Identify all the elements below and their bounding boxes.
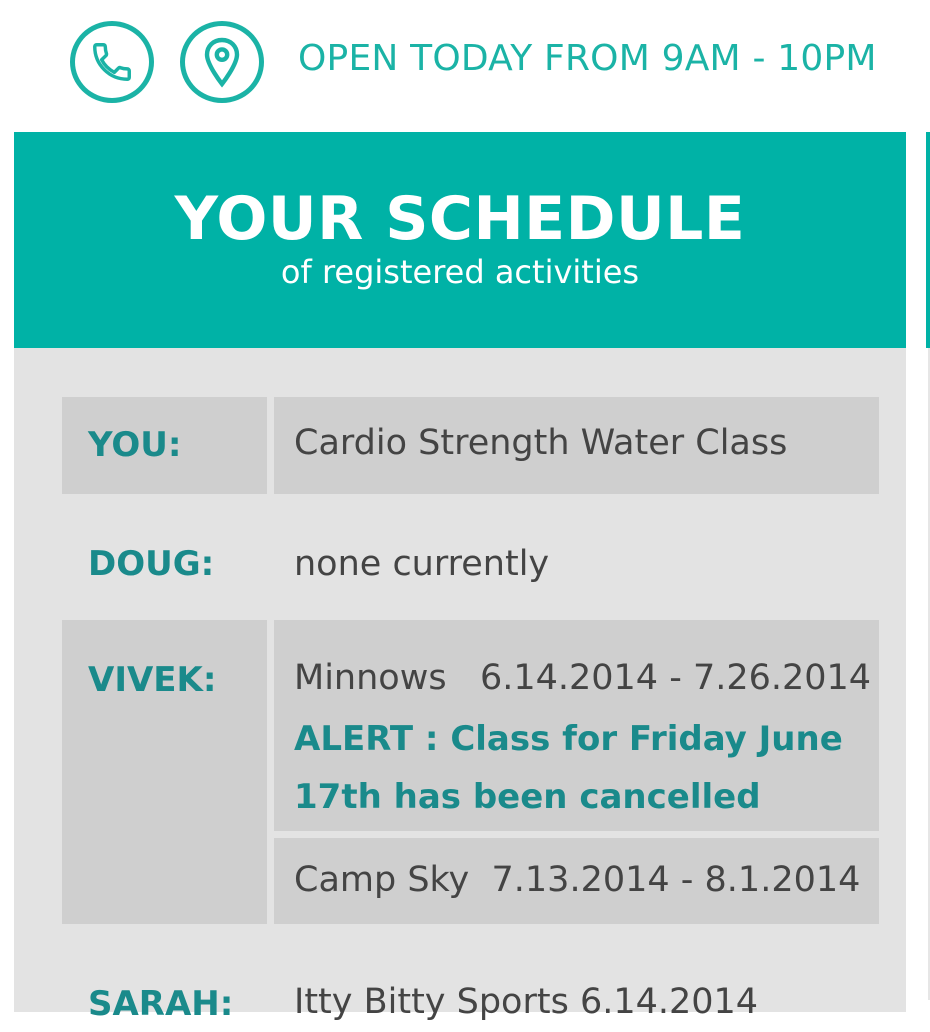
- activity-text: Minnows 6.14.2014 - 7.26.2014: [294, 658, 872, 698]
- activity-text: Camp Sky 7.13.2014 - 8.1.2014: [294, 860, 861, 900]
- schedule-row-name-cell: SARAH:: [62, 972, 267, 1032]
- member-name: YOU:: [88, 425, 182, 465]
- activity-cell: none currently: [274, 520, 879, 610]
- alert-message: ALERT : Class for Friday June 17th has b…: [294, 719, 843, 817]
- activity-cell[interactable]: Minnows 6.14.2014 - 7.26.2014 ALERT : Cl…: [274, 620, 879, 831]
- schedule-header: YOUR SCHEDULE of registered activities: [14, 132, 906, 348]
- member-name: SARAH:: [88, 984, 234, 1024]
- activity-cell[interactable]: Camp Sky 7.13.2014 - 8.1.2014: [274, 838, 879, 924]
- activity-text: Cardio Strength Water Class: [294, 423, 788, 463]
- top-bar: OPEN TODAY FROM 9AM - 10PM: [0, 0, 930, 125]
- opening-hours: OPEN TODAY FROM 9AM - 10PM: [298, 38, 877, 79]
- activity-text: none currently: [294, 544, 550, 584]
- schedule-subtitle: of registered activities: [280, 253, 640, 291]
- activity-cell: Itty Bitty Sports 6.14.2014: [274, 972, 879, 1032]
- member-name: VIVEK:: [88, 660, 217, 700]
- schedule-row-name-cell: YOU:: [62, 397, 267, 494]
- schedule-card: YOUR SCHEDULE of registered activities Y…: [14, 132, 906, 1024]
- schedule-title: YOUR SCHEDULE: [174, 184, 746, 254]
- schedule-row-name-cell: DOUG:: [62, 520, 267, 610]
- location-button[interactable]: [180, 21, 264, 103]
- phone-icon: [89, 39, 135, 85]
- member-name: DOUG:: [88, 544, 215, 584]
- activity-text: Itty Bitty Sports 6.14.2014: [294, 982, 759, 1022]
- next-card-edge: [926, 132, 930, 348]
- phone-button[interactable]: [70, 21, 154, 103]
- schedule-row-name-cell: VIVEK:: [62, 620, 267, 924]
- map-pin-icon: [202, 36, 242, 88]
- activity-cell[interactable]: Cardio Strength Water Class: [274, 397, 879, 494]
